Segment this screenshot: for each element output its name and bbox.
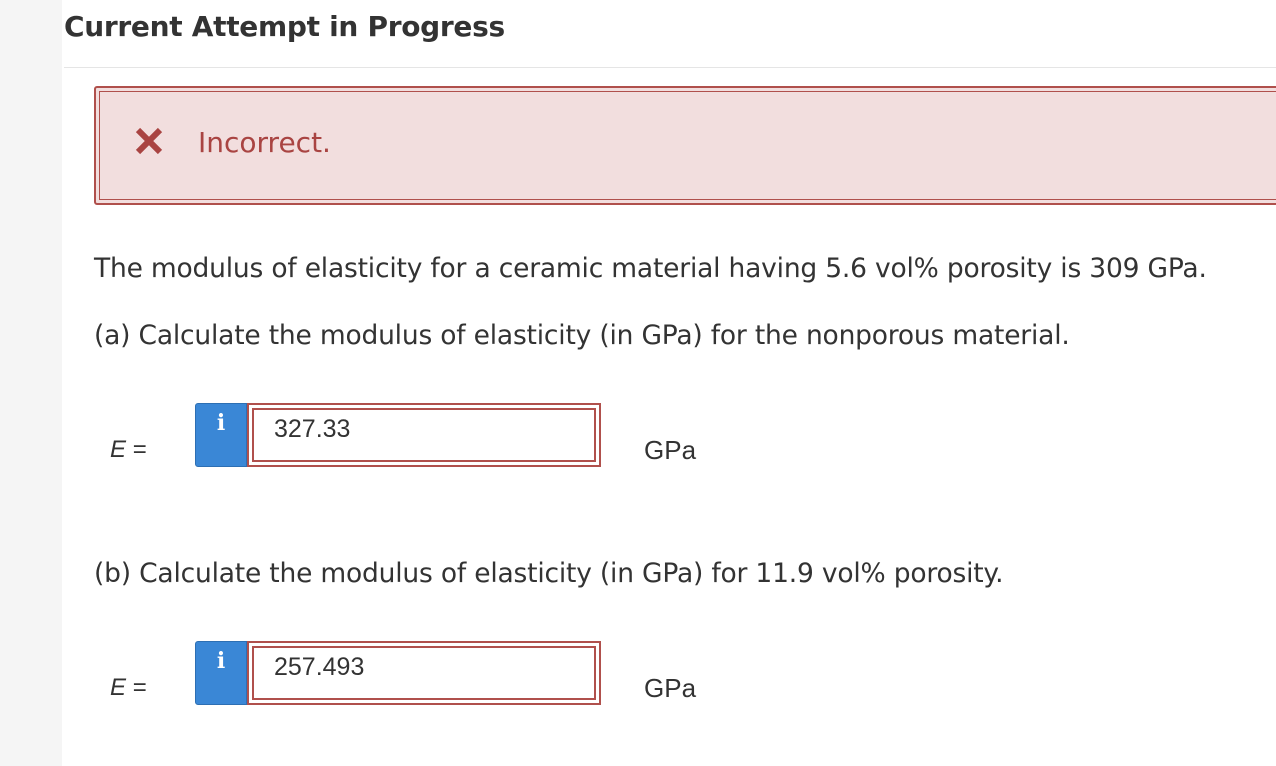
part-a-info-button[interactable]: i [195,403,247,467]
part-b-variable: E [110,674,127,701]
page-title: Current Attempt in Progress [64,10,505,43]
question-intro: The modulus of elasticity for a ceramic … [94,253,1207,284]
info-icon: i [216,410,226,436]
close-icon [135,127,163,155]
part-a-prompt: (a) Calculate the modulus of elasticity … [94,320,1070,351]
part-b-answer-field[interactable]: 257.493 [247,641,601,705]
feedback-message: Incorrect. [198,126,331,159]
part-b-info-button[interactable]: i [195,641,247,705]
part-b-unit: GPa [644,673,697,703]
part-a-unit: GPa [644,435,697,465]
part-a-variable-label: E = [110,436,147,464]
part-b-variable-label: E = [110,674,147,702]
part-a-variable: E [110,436,127,463]
info-icon: i [216,648,226,674]
part-a-answer-field[interactable]: 327.33 [247,403,601,467]
part-a-equals: = [132,436,147,463]
part-a-answer-input[interactable]: 327.33 [274,415,574,444]
left-gutter [0,0,62,766]
part-b-equals: = [132,674,147,701]
title-divider [64,67,1276,68]
part-b-answer-input[interactable]: 257.493 [274,653,574,682]
part-b-prompt: (b) Calculate the modulus of elasticity … [94,558,1004,589]
